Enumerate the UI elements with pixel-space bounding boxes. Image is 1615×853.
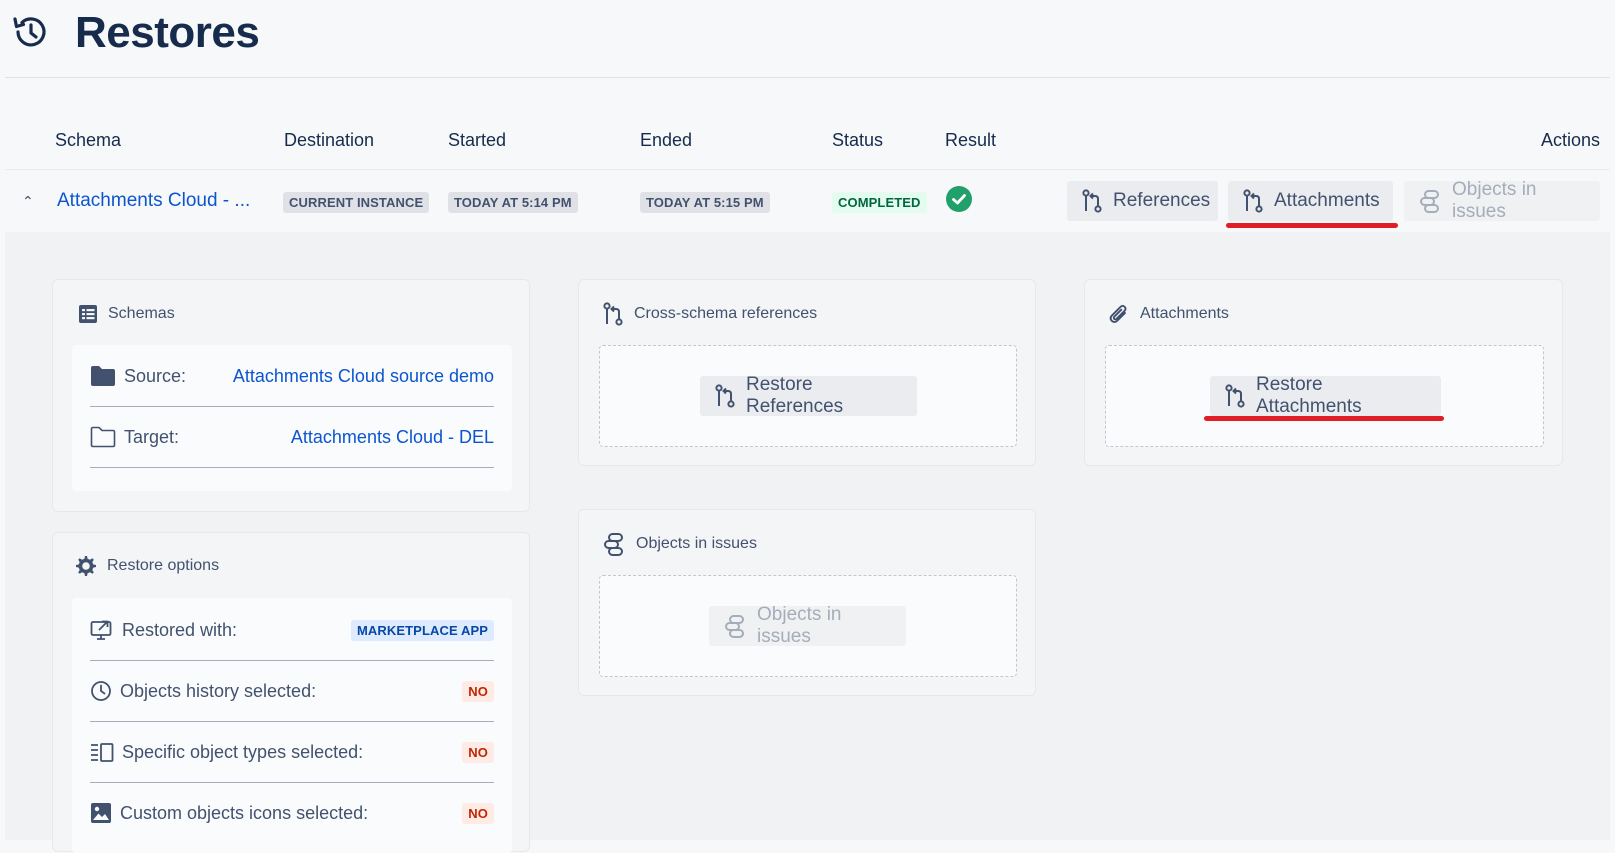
restored-with-row: Restored with: MARKETPLACE APP xyxy=(90,600,494,661)
image-icon xyxy=(90,802,112,824)
restored-with-badge: MARKETPLACE APP xyxy=(350,619,494,641)
git-compare-icon xyxy=(714,384,736,408)
restore-options-title-text: Restore options xyxy=(107,557,220,574)
column-header-status[interactable]: Status xyxy=(832,130,883,151)
history-icon xyxy=(10,12,50,52)
monitor-arrow-icon xyxy=(90,619,114,641)
target-row: Target: Attachments Cloud - DEL xyxy=(90,407,494,468)
restore-attachments-button[interactable]: Restore Attachments xyxy=(1210,374,1441,417)
folder-filled-icon xyxy=(90,365,116,387)
attachments-button[interactable]: Attachments xyxy=(1228,181,1393,221)
success-check-icon xyxy=(946,186,972,212)
objects-in-issues-restore-button[interactable]: Objects in issues xyxy=(709,604,906,647)
objects-card-title-text: Objects in issues xyxy=(636,535,757,552)
objects-in-issues-restore-label: Objects in issues xyxy=(757,604,842,647)
restore-options-title: Restore options xyxy=(75,555,219,577)
header-divider xyxy=(5,77,1610,78)
git-compare-icon xyxy=(1081,189,1103,213)
source-row: Source: Attachments Cloud source demo xyxy=(90,346,494,407)
page-title: Restores xyxy=(75,8,260,57)
schemas-card: Schemas Source: Attachments Cloud source… xyxy=(52,279,530,512)
objects-history-label: Objects history selected: xyxy=(120,680,317,701)
references-dropzone: Restore References xyxy=(599,345,1017,447)
custom-icons-badge: NO xyxy=(462,802,494,824)
object-types-badge: NO xyxy=(462,741,494,763)
git-compare-icon xyxy=(1242,189,1264,213)
restore-references-button[interactable]: Restore References xyxy=(700,374,917,417)
git-compare-icon xyxy=(602,302,624,326)
column-header-ended[interactable]: Ended xyxy=(640,130,692,151)
schemas-card-title-text: Schemas xyxy=(108,305,175,322)
source-schema-link[interactable]: Attachments Cloud source demo xyxy=(233,366,494,387)
status-badge: COMPLETED xyxy=(832,192,927,213)
column-header-schema[interactable]: Schema xyxy=(55,130,121,151)
highlight-underline-restore-attachments xyxy=(1204,416,1444,421)
restore-options-card: Restore options Restored with: MARKETPLA… xyxy=(52,532,530,853)
references-button[interactable]: References xyxy=(1067,181,1218,221)
objects-in-issues-button[interactable]: Objects in issues xyxy=(1404,179,1600,222)
started-badge: TODAY AT 5:14 PM xyxy=(448,192,578,213)
git-compare-icon xyxy=(1224,384,1246,408)
ended-badge: TODAY AT 5:15 PM xyxy=(640,192,770,213)
attachments-button-label: Attachments xyxy=(1274,190,1380,211)
column-header-destination[interactable]: Destination xyxy=(284,130,374,151)
references-card-title-text: Cross-schema references xyxy=(634,305,818,322)
objects-history-row: Objects history selected: NO xyxy=(90,661,494,722)
source-label: Source: xyxy=(124,365,187,386)
object-types-row: Specific object types selected: NO xyxy=(90,722,494,783)
folder-outline-icon xyxy=(90,426,116,448)
highlight-underline-attachments xyxy=(1226,223,1398,228)
schema-link[interactable]: Attachments Cloud - ... xyxy=(57,190,250,212)
gear-icon xyxy=(75,555,97,577)
references-card-title: Cross-schema references xyxy=(602,302,817,326)
restored-with-label: Restored with: xyxy=(122,619,238,640)
collapse-chevron-icon[interactable]: ⌃ xyxy=(22,193,34,210)
column-header-result: Result xyxy=(945,130,997,150)
objects-link-icon xyxy=(1418,189,1442,213)
references-card: Cross-schema references Restore Referenc… xyxy=(578,279,1036,466)
custom-icons-row: Custom objects icons selected: NO xyxy=(90,783,494,843)
column-header-actions: Actions xyxy=(1541,130,1601,150)
attachments-card-title: Attachments xyxy=(1108,302,1229,326)
attachments-card-title-text: Attachments xyxy=(1140,305,1229,322)
restore-references-label: Restore References xyxy=(746,374,844,417)
column-header-started[interactable]: Started xyxy=(448,130,506,151)
destination-badge: CURRENT INSTANCE xyxy=(283,192,430,213)
objects-in-issues-button-label: Objects in issues xyxy=(1452,179,1537,222)
clock-icon xyxy=(90,680,112,702)
objects-link-icon xyxy=(723,614,747,638)
table-icon xyxy=(78,304,98,324)
target-label: Target: xyxy=(124,426,180,447)
object-types-label: Specific object types selected: xyxy=(122,741,364,762)
list-panel-icon xyxy=(90,741,114,763)
schemas-details: Source: Attachments Cloud source demo Ta… xyxy=(72,345,512,491)
objects-link-icon xyxy=(602,532,626,556)
objects-in-issues-card: Objects in issues Objects in issues xyxy=(578,509,1036,696)
custom-icons-label: Custom objects icons selected: xyxy=(120,802,369,823)
objects-history-badge: NO xyxy=(462,680,494,702)
attachments-card: Attachments Restore Attachments xyxy=(1084,279,1563,466)
schemas-card-title: Schemas xyxy=(78,304,175,324)
target-schema-link[interactable]: Attachments Cloud - DEL xyxy=(291,427,494,448)
objects-card-title: Objects in issues xyxy=(602,532,757,556)
objects-dropzone: Objects in issues xyxy=(599,575,1017,677)
attachments-dropzone: Restore Attachments xyxy=(1105,345,1544,447)
paperclip-icon xyxy=(1108,302,1130,326)
references-button-label: References xyxy=(1113,190,1211,211)
restore-options-details: Restored with: MARKETPLACE APP Objects h… xyxy=(72,598,512,853)
restore-attachments-label: Restore Attachments xyxy=(1256,374,1362,417)
